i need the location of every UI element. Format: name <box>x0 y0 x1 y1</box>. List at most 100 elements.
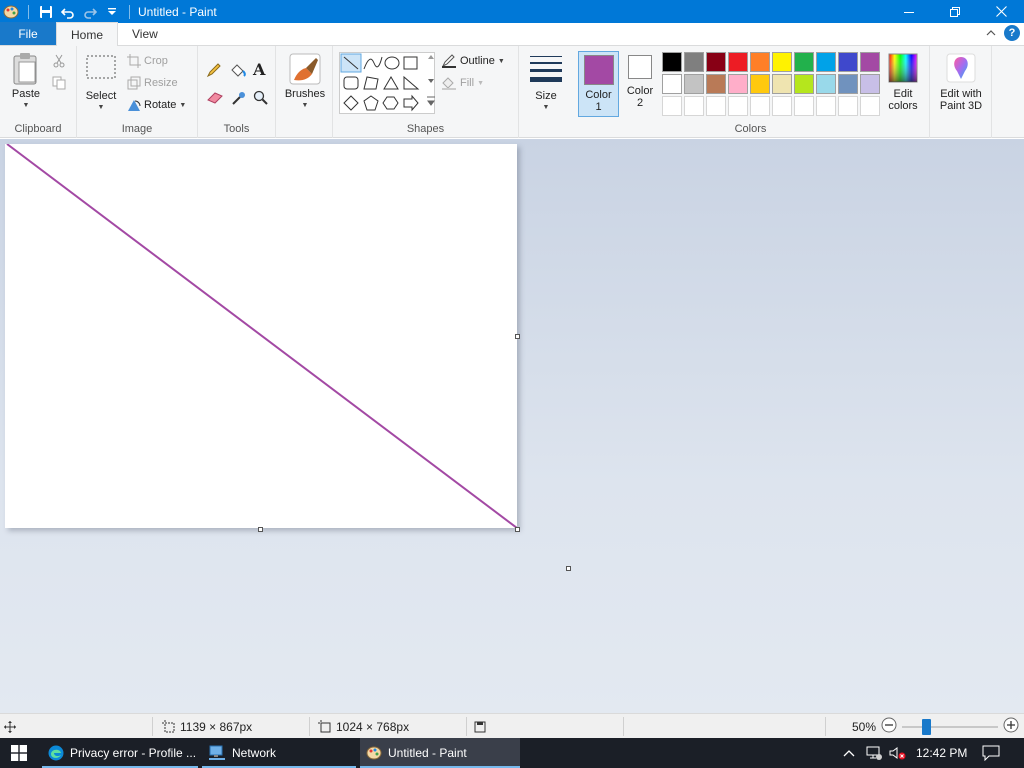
restore-button[interactable] <box>932 0 978 23</box>
resize-handle-bottom[interactable] <box>258 527 263 532</box>
palette-swatch[interactable] <box>684 96 704 116</box>
window-title: Untitled - Paint <box>138 4 217 19</box>
network-status-icon[interactable] <box>864 738 884 768</box>
palette-swatch[interactable] <box>816 74 836 94</box>
ribbon: Paste ▼ Clipboard Select ▼ Crop Resize R… <box>0 46 1024 138</box>
select-button[interactable]: Select ▼ <box>83 54 119 114</box>
tab-file[interactable]: File <box>0 22 56 45</box>
tab-home[interactable]: Home <box>56 22 119 46</box>
zoom-out-icon[interactable] <box>881 717 897 736</box>
taskbar-app-network[interactable]: Network <box>202 738 356 768</box>
drawing-canvas[interactable] <box>5 143 518 529</box>
tools-group: A Tools <box>198 46 276 138</box>
file-size <box>474 714 486 739</box>
resize-button[interactable]: Resize <box>127 73 178 93</box>
palette-swatch[interactable] <box>772 52 792 72</box>
paint-app-icon[interactable] <box>2 3 20 21</box>
palette-swatch[interactable] <box>794 74 814 94</box>
resize-handle-right[interactable] <box>515 334 520 339</box>
palette-swatch[interactable] <box>838 52 858 72</box>
color2-button[interactable]: Color 2 <box>622 55 658 109</box>
taskbar-app-paint[interactable]: Untitled - Paint <box>360 738 520 768</box>
size-group: Size ▼ <box>519 46 572 138</box>
resize-handle-preview <box>566 566 571 571</box>
palette-swatch[interactable] <box>794 96 814 116</box>
fill-bucket-icon[interactable] <box>229 62 247 81</box>
palette-swatch[interactable] <box>794 52 814 72</box>
color-picker-icon[interactable] <box>231 90 247 109</box>
crop-button[interactable]: Crop <box>127 51 168 71</box>
start-button[interactable] <box>0 738 38 768</box>
outline-label: Outline <box>460 55 495 67</box>
zoom-slider-thumb[interactable] <box>922 718 932 735</box>
tab-view[interactable]: View <box>118 22 172 45</box>
palette-swatch[interactable] <box>816 96 836 116</box>
undo-icon[interactable] <box>59 3 77 21</box>
collapse-ribbon-icon[interactable] <box>986 26 996 40</box>
help-icon[interactable]: ? <box>1004 25 1020 41</box>
palette-swatch[interactable] <box>772 74 792 94</box>
colors-group-label: Colors <box>734 123 767 135</box>
text-tool-icon[interactable]: A <box>253 60 265 79</box>
color2-number: 2 <box>636 97 644 109</box>
zoom-slider[interactable] <box>902 718 999 735</box>
pencil-icon[interactable] <box>206 62 222 81</box>
rotate-button[interactable]: Rotate ▼ <box>127 95 186 115</box>
palette-swatch[interactable] <box>838 74 858 94</box>
clock[interactable]: 12:42 PM <box>916 738 967 768</box>
volume-muted-icon[interactable] <box>888 738 908 768</box>
copy-icon[interactable] <box>52 76 66 93</box>
palette-swatch[interactable] <box>860 52 880 72</box>
palette-swatch[interactable] <box>728 52 748 72</box>
edit-colors-button[interactable]: Edit colors <box>882 53 924 112</box>
palette-swatch[interactable] <box>684 74 704 94</box>
taskbar-app-edge[interactable]: Privacy error - Profile ... <box>42 738 198 768</box>
edit-with-paint3d-button[interactable]: Edit with Paint 3D <box>932 53 990 112</box>
paste-button[interactable]: Paste ▼ <box>6 52 46 112</box>
palette-swatch[interactable] <box>662 74 682 94</box>
palette-swatch[interactable] <box>750 96 770 116</box>
resize-handle-corner[interactable] <box>515 527 520 532</box>
color1-button[interactable]: Color 1 <box>578 51 619 117</box>
palette-swatch[interactable] <box>684 52 704 72</box>
brush-icon <box>289 53 321 85</box>
palette-swatch[interactable] <box>706 52 726 72</box>
action-center-icon[interactable] <box>982 738 1000 768</box>
close-button[interactable] <box>978 0 1024 23</box>
windows-logo-icon <box>11 745 27 761</box>
taskbar-app-network-label: Network <box>232 746 277 760</box>
move-cursor-icon <box>4 720 16 733</box>
taskbar-app-edge-label: Privacy error - Profile ... <box>70 746 197 760</box>
fill-button[interactable]: Fill ▼ <box>441 73 484 93</box>
palette-swatch[interactable] <box>728 74 748 94</box>
paint3d-group: Edit with Paint 3D <box>930 46 992 138</box>
customize-qa-icon[interactable] <box>103 3 121 21</box>
save-icon[interactable] <box>37 3 55 21</box>
palette-swatch[interactable] <box>750 52 770 72</box>
palette-swatch[interactable] <box>838 96 858 116</box>
palette-swatch[interactable] <box>706 96 726 116</box>
brushes-button[interactable]: Brushes ▼ <box>282 52 328 112</box>
cut-icon[interactable] <box>52 54 66 71</box>
palette-swatch[interactable] <box>706 74 726 94</box>
palette-swatch[interactable] <box>728 96 748 116</box>
pentagon-shape-icon <box>363 95 379 111</box>
tray-overflow-icon[interactable] <box>842 738 856 768</box>
outline-button[interactable]: Outline ▼ <box>441 51 505 71</box>
size-button[interactable]: Size ▼ <box>525 54 567 114</box>
redo-icon[interactable] <box>81 3 99 21</box>
palette-swatch[interactable] <box>860 74 880 94</box>
image-size-icon <box>318 720 331 733</box>
palette-swatch[interactable] <box>816 52 836 72</box>
magnifier-icon[interactable] <box>253 90 269 109</box>
zoom-in-icon[interactable] <box>1003 717 1019 736</box>
palette-swatch[interactable] <box>772 96 792 116</box>
minimize-button[interactable] <box>886 0 932 23</box>
palette-swatch[interactable] <box>662 52 682 72</box>
qa-divider <box>129 4 130 19</box>
canvas-workspace <box>0 139 1024 713</box>
palette-swatch[interactable] <box>662 96 682 116</box>
palette-swatch[interactable] <box>860 96 880 116</box>
eraser-icon[interactable] <box>206 90 224 107</box>
palette-swatch[interactable] <box>750 74 770 94</box>
